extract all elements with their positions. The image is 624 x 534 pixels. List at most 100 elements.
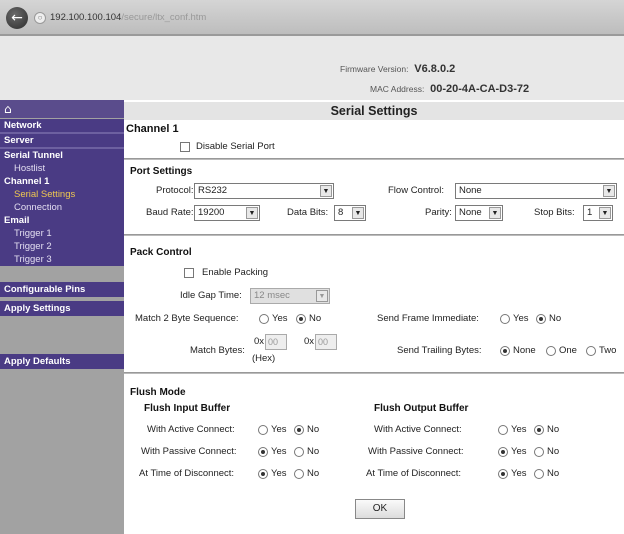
firmware-version: Firmware Version: V6.8.0.2 bbox=[340, 63, 455, 75]
flow-control-select[interactable]: None ▼ bbox=[455, 183, 617, 199]
input-passive-yes-radio[interactable] bbox=[258, 447, 268, 457]
sidebar-item-email[interactable]: Email bbox=[0, 214, 124, 227]
chevron-down-icon: ▼ bbox=[320, 185, 332, 197]
sidebar-item-trigger-3[interactable]: Trigger 3 bbox=[0, 253, 124, 266]
enable-packing-checkbox[interactable] bbox=[184, 268, 194, 278]
chevron-down-icon: ▼ bbox=[603, 185, 615, 197]
ok-button[interactable]: OK bbox=[355, 499, 405, 519]
sidebar-item-serial-settings[interactable]: Serial Settings bbox=[0, 188, 124, 201]
output-passive-yes-radio[interactable] bbox=[498, 447, 508, 457]
input-active-no-radio[interactable] bbox=[294, 425, 304, 435]
sidebar-item-trigger-1[interactable]: Trigger 1 bbox=[0, 227, 124, 240]
home-icon[interactable]: ⌂ bbox=[0, 100, 124, 118]
channel-heading: Channel 1 bbox=[126, 123, 179, 135]
input-disconnect-no-radio[interactable] bbox=[294, 469, 304, 479]
sidebar-item-hostlist[interactable]: Hostlist bbox=[0, 162, 124, 175]
output-disconnect-yes-radio[interactable] bbox=[498, 469, 508, 479]
output-passive-connect-label: With Passive Connect: bbox=[368, 446, 464, 457]
device-header: Firmware Version: V6.8.0.2 MAC Address: … bbox=[0, 34, 624, 100]
input-disconnect-no-label: No bbox=[307, 468, 320, 479]
input-active-yes-label: Yes bbox=[271, 424, 287, 435]
mac-value: 00-20-4A-CA-D3-72 bbox=[430, 83, 530, 95]
protocol-select[interactable]: RS232 ▼ bbox=[194, 183, 334, 199]
idle-gap-select[interactable]: 12 msec ▼ bbox=[250, 288, 330, 304]
mac-address: MAC Address: 00-20-4A-CA-D3-72 bbox=[370, 83, 529, 95]
send-frame-no-label: No bbox=[549, 313, 562, 324]
sidebar-menu: Network Server Serial Tunnel Hostlist Ch… bbox=[0, 119, 124, 266]
hex-prefix-1: 0x bbox=[254, 336, 265, 347]
sidebar-item-connection[interactable]: Connection bbox=[0, 201, 124, 214]
output-active-no-label: No bbox=[547, 424, 560, 435]
sidebar-item-apply-defaults[interactable]: Apply Defaults bbox=[0, 354, 124, 369]
match-2-byte-yes-radio[interactable] bbox=[259, 314, 269, 324]
input-passive-no-radio[interactable] bbox=[294, 447, 304, 457]
output-passive-no-label: No bbox=[547, 446, 560, 457]
input-passive-no-label: No bbox=[307, 446, 320, 457]
output-active-connect-label: With Active Connect: bbox=[374, 424, 462, 435]
address-host: 192.100.100.104 bbox=[50, 12, 122, 23]
sidebar-item-trigger-2[interactable]: Trigger 2 bbox=[0, 240, 124, 253]
trailing-one-label: One bbox=[559, 345, 577, 356]
parity-label: Parity: bbox=[425, 207, 452, 218]
firmware-label: Firmware Version: bbox=[340, 64, 409, 74]
idle-gap-value: 12 msec bbox=[254, 290, 290, 301]
input-active-no-label: No bbox=[307, 424, 320, 435]
match-byte-1-input[interactable]: 00 bbox=[265, 334, 287, 350]
match-2-byte-no-radio[interactable] bbox=[296, 314, 306, 324]
main-content: Serial Settings Channel 1 Disable Serial… bbox=[124, 100, 624, 534]
parity-select[interactable]: None ▼ bbox=[455, 205, 503, 221]
sidebar-item-serial-tunnel[interactable]: Serial Tunnel bbox=[0, 149, 124, 162]
trailing-two-radio[interactable] bbox=[586, 346, 596, 356]
divider bbox=[124, 158, 624, 160]
flow-control-value: None bbox=[459, 185, 482, 196]
output-disconnect-label: At Time of Disconnect: bbox=[366, 468, 462, 479]
protocol-value: RS232 bbox=[198, 185, 228, 196]
hex-note: (Hex) bbox=[252, 353, 276, 364]
address-path: /secure/ltx_conf.htm bbox=[121, 12, 207, 23]
send-trailing-label: Send Trailing Bytes: bbox=[397, 345, 482, 356]
match-byte-2-value: 00 bbox=[318, 337, 329, 347]
flush-input-heading: Flush Input Buffer bbox=[144, 403, 231, 414]
output-passive-no-radio[interactable] bbox=[534, 447, 544, 457]
pack-control-heading: Pack Control bbox=[130, 247, 192, 258]
enable-packing-label: Enable Packing bbox=[202, 267, 269, 278]
match-bytes-label: Match Bytes: bbox=[190, 345, 245, 356]
baud-rate-value: 19200 bbox=[198, 207, 225, 218]
divider bbox=[124, 234, 624, 236]
sidebar-item-apply-settings[interactable]: Apply Settings bbox=[0, 301, 124, 316]
sidebar: ⌂ Network Server Serial Tunnel Hostlist … bbox=[0, 100, 124, 534]
chevron-down-icon: ▼ bbox=[599, 207, 611, 219]
sidebar-item-network[interactable]: Network bbox=[0, 119, 124, 132]
input-disconnect-yes-radio[interactable] bbox=[258, 469, 268, 479]
stop-bits-label: Stop Bits: bbox=[534, 207, 575, 218]
output-active-no-radio[interactable] bbox=[534, 425, 544, 435]
output-disconnect-no-radio[interactable] bbox=[534, 469, 544, 479]
data-bits-label: Data Bits: bbox=[287, 207, 329, 218]
input-active-yes-radio[interactable] bbox=[258, 425, 268, 435]
mac-label: MAC Address: bbox=[370, 84, 425, 94]
output-active-yes-radio[interactable] bbox=[498, 425, 508, 435]
data-bits-select[interactable]: 8 ▼ bbox=[334, 205, 366, 221]
divider bbox=[124, 372, 624, 374]
send-frame-no-radio[interactable] bbox=[536, 314, 546, 324]
match-2-byte-yes-label: Yes bbox=[272, 313, 288, 324]
match-byte-2-input[interactable]: 00 bbox=[315, 334, 337, 350]
trailing-one-radio[interactable] bbox=[546, 346, 556, 356]
trailing-none-radio[interactable] bbox=[500, 346, 510, 356]
send-frame-yes-radio[interactable] bbox=[500, 314, 510, 324]
input-disconnect-label: At Time of Disconnect: bbox=[139, 468, 235, 479]
baud-rate-select[interactable]: 19200 ▼ bbox=[194, 205, 260, 221]
address-bar[interactable]: 192.100.100.104/secure/ltx_conf.htm bbox=[50, 10, 610, 26]
idle-gap-label: Idle Gap Time: bbox=[180, 290, 242, 301]
output-disconnect-yes-label: Yes bbox=[511, 468, 527, 479]
sidebar-item-channel-1[interactable]: Channel 1 bbox=[0, 175, 124, 188]
sidebar-item-server[interactable]: Server bbox=[0, 134, 124, 147]
stop-bits-select[interactable]: 1 ▼ bbox=[583, 205, 613, 221]
output-disconnect-no-label: No bbox=[547, 468, 560, 479]
disable-serial-port-checkbox[interactable] bbox=[180, 142, 190, 152]
flush-mode-heading: Flush Mode bbox=[130, 387, 186, 398]
back-arrow-icon[interactable]: ← bbox=[6, 7, 28, 29]
stop-bits-value: 1 bbox=[587, 207, 593, 218]
page-icon: ○ bbox=[34, 12, 46, 24]
sidebar-item-configurable-pins[interactable]: Configurable Pins bbox=[0, 282, 124, 297]
